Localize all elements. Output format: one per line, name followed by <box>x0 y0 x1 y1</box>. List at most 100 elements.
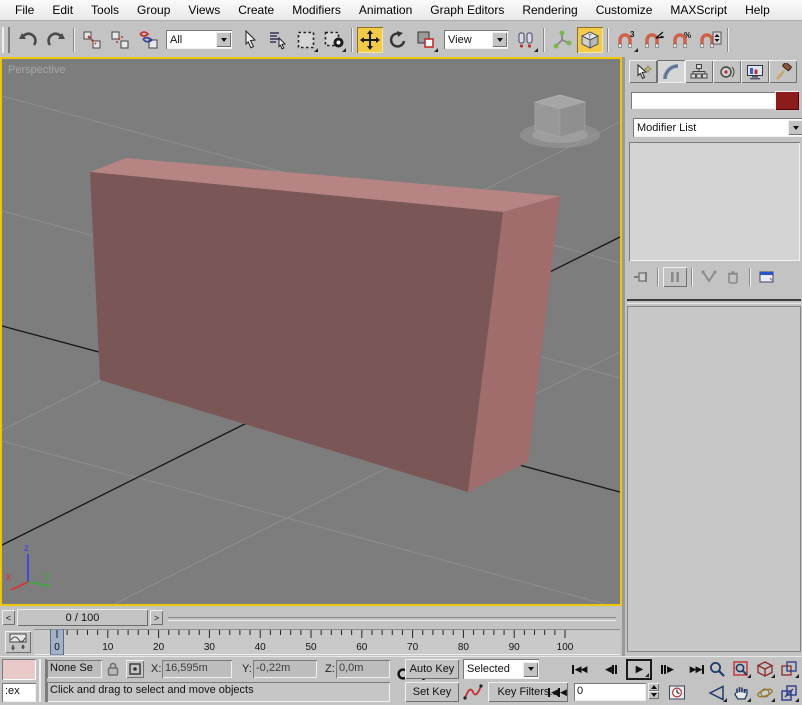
select-and-link-button[interactable] <box>79 27 105 53</box>
redo-button[interactable] <box>43 27 69 53</box>
x-coordinate-field[interactable]: 16,595m <box>162 660 232 678</box>
zoom-extents-all-button[interactable] <box>778 659 800 679</box>
select-and-scale-button[interactable] <box>413 27 439 53</box>
tab-display[interactable] <box>741 60 769 83</box>
default-tangents-button[interactable] <box>463 683 483 704</box>
modifier-list-arrow[interactable] <box>788 120 802 135</box>
menu-item[interactable]: Edit <box>43 1 82 19</box>
zoom-button[interactable] <box>706 659 728 679</box>
menu-item[interactable]: Rendering <box>513 1 586 19</box>
pin-stack-button[interactable] <box>629 267 653 287</box>
percent-snap-toggle-button[interactable]: % <box>669 27 695 53</box>
time-slider-label: 0 / 100 <box>65 611 100 624</box>
viewport-scene: z x y Perspective <box>2 59 620 604</box>
maximize-viewport-toggle-button[interactable] <box>778 683 800 703</box>
play-button[interactable]: ▶ <box>626 659 652 680</box>
macro-recorder-pane[interactable] <box>2 659 36 680</box>
previous-frame-button[interactable]: ◀ <box>600 661 622 677</box>
snaps-toggle-button[interactable]: T <box>577 26 603 53</box>
object-color-swatch[interactable] <box>775 91 799 110</box>
coord-system-arrow[interactable] <box>492 32 507 47</box>
toolbar-drag-handle[interactable] <box>2 26 10 53</box>
set-key-button[interactable]: Set Key <box>405 682 459 702</box>
use-pivot-point-center-button[interactable] <box>513 27 539 53</box>
perspective-viewport[interactable]: z x y Perspective <box>0 57 622 606</box>
spinner-snap-toggle-button[interactable] <box>697 27 723 53</box>
select-and-manipulate-button[interactable] <box>549 27 575 53</box>
bind-to-space-warp-button[interactable] <box>135 27 161 53</box>
viewport-label[interactable]: Perspective <box>8 64 65 76</box>
tab-motion[interactable] <box>713 60 741 83</box>
z-coordinate-label: Z: <box>325 663 335 675</box>
menu-item[interactable]: Modifiers <box>283 1 350 19</box>
key-mode-dropdown[interactable]: Selected <box>463 659 539 679</box>
menu-item[interactable]: Tools <box>82 1 128 19</box>
selection-lock-toggle[interactable] <box>106 661 120 680</box>
absolute-mode-icon <box>129 663 141 675</box>
next-frame-button[interactable]: ▶ <box>656 661 678 677</box>
mini-curve-editor-button[interactable] <box>5 631 31 653</box>
tab-hierarchy[interactable] <box>685 60 713 83</box>
angle-snap-toggle-button[interactable] <box>641 27 667 53</box>
left-arrow-icon: < <box>5 612 12 623</box>
window-crossing-toggle-button[interactable] <box>321 27 347 53</box>
zoom-all-button[interactable] <box>730 659 752 679</box>
menu-item[interactable]: Views <box>179 1 229 19</box>
selection-filter-arrow[interactable] <box>216 32 231 47</box>
tab-utilities[interactable] <box>769 60 797 83</box>
menu-item[interactable]: Graph Editors <box>421 1 513 19</box>
motion-icon <box>720 65 735 78</box>
select-and-move-button[interactable] <box>357 26 383 53</box>
menu-item[interactable]: Create <box>229 1 283 19</box>
key-mode-toggle-button[interactable]: ◀ ◀ <box>546 684 568 700</box>
undo-button[interactable] <box>15 27 41 53</box>
menu-item[interactable]: Animation <box>350 1 421 19</box>
arc-rotate-button[interactable] <box>754 683 776 703</box>
current-frame-field[interactable]: 0 <box>574 683 646 701</box>
time-configuration-button[interactable] <box>668 684 686 704</box>
absolute-offset-mode-button[interactable] <box>126 660 144 678</box>
listener-splitter[interactable] <box>39 659 47 702</box>
object-name-field[interactable] <box>631 92 775 109</box>
menu-item[interactable]: Customize <box>587 1 662 19</box>
configure-modifier-sets-button[interactable] <box>755 267 779 287</box>
time-slider-track[interactable] <box>168 617 616 621</box>
menu-item[interactable]: Group <box>128 1 179 19</box>
y-coordinate-field[interactable]: -0,22m <box>253 660 317 678</box>
select-object-button[interactable] <box>237 27 263 53</box>
ruler-frame-label: 50 <box>305 642 317 653</box>
tab-create[interactable] <box>629 60 657 83</box>
tab-modify[interactable] <box>657 60 685 83</box>
rectangular-selection-region-button[interactable] <box>293 27 319 53</box>
field-of-view-button[interactable] <box>706 683 728 703</box>
menu-item[interactable]: MAXScript <box>661 1 736 19</box>
spinner-down-icon[interactable] <box>648 691 659 699</box>
pan-button[interactable] <box>730 683 752 703</box>
menu-item[interactable]: Help <box>736 1 779 19</box>
track-bar-ruler[interactable]: 0 10 20 30 40 50 60 70 80 90 100 <box>34 628 620 656</box>
modifier-list-dropdown[interactable]: Modifier List <box>633 118 802 137</box>
previous-frame-arrow-button[interactable]: < <box>2 610 15 625</box>
show-end-result-button[interactable] <box>663 267 687 287</box>
zoom-extents-button[interactable] <box>754 659 776 679</box>
go-to-start-button[interactable]: ◀◀ <box>566 661 592 677</box>
key-mode-arrow[interactable] <box>523 661 538 677</box>
scale-icon <box>417 31 434 48</box>
z-coordinate-field[interactable]: 0,0m <box>336 660 390 678</box>
maxscript-mini-listener[interactable]: :ex <box>2 683 36 702</box>
menu-item[interactable]: File <box>6 1 43 19</box>
select-by-name-button[interactable] <box>265 27 291 53</box>
frame-spinner[interactable] <box>648 683 659 699</box>
next-frame-arrow-button[interactable]: > <box>150 610 163 625</box>
spinner-up-icon[interactable] <box>648 683 659 691</box>
remove-modifier-button[interactable] <box>721 267 745 287</box>
unlink-selection-button[interactable] <box>107 27 133 53</box>
time-slider-handle[interactable]: 0 / 100 <box>17 609 148 626</box>
selection-filter-dropdown[interactable]: All <box>166 30 232 49</box>
auto-key-button[interactable]: Auto Key <box>405 659 459 679</box>
modifier-stack-list[interactable] <box>629 142 800 261</box>
make-unique-button[interactable] <box>697 267 721 287</box>
snap-3d-toggle-button[interactable]: 3 <box>613 27 639 53</box>
select-and-rotate-button[interactable] <box>385 27 411 53</box>
reference-coordinate-system-dropdown[interactable]: View <box>444 30 508 49</box>
